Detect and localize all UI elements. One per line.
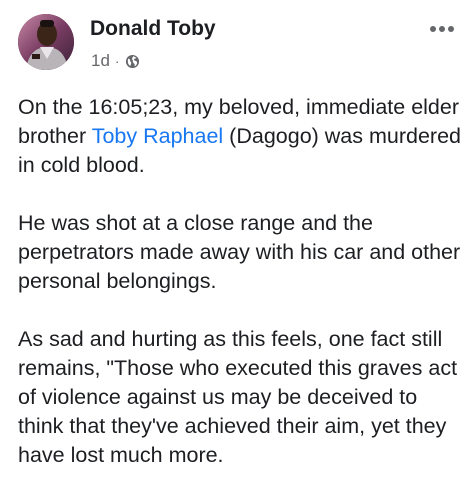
author-name[interactable]: Donald Toby	[90, 17, 216, 41]
post-paragraph: He was shot at a close range and the per…	[18, 211, 461, 293]
post-text: On the 16:05;23, my beloved, immediate e…	[18, 93, 464, 499]
more-options-button[interactable]	[426, 18, 458, 40]
post-meta: 1d ·	[91, 50, 140, 72]
post-paragraph: On the 16:05;23, my beloved, immediate e…	[18, 93, 464, 180]
post-paragraph: As sad and hurting as this feels, one fa…	[18, 327, 458, 467]
author-avatar[interactable]	[18, 14, 74, 70]
post-time[interactable]: 1d	[91, 51, 110, 71]
mention-link[interactable]: Toby Raphael	[92, 124, 223, 148]
globe-icon[interactable]	[125, 54, 140, 69]
more-options-icon	[430, 26, 454, 32]
profile-photo-icon	[18, 14, 74, 70]
meta-separator: ·	[114, 53, 120, 69]
post-header: Donald Toby 1d ·	[18, 14, 458, 78]
